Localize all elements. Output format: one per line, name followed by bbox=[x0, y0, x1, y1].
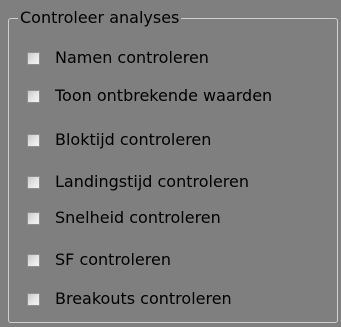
landingstijd-controleren-label[interactable]: Landingstijd controleren bbox=[55, 171, 249, 193]
landingstijd-controleren-checkbox[interactable] bbox=[27, 175, 40, 189]
toon-ontbrekende-waarden-label[interactable]: Toon ontbrekende waarden bbox=[55, 85, 272, 107]
sf-controleren-checkbox[interactable] bbox=[27, 253, 40, 267]
breakouts-controleren-label[interactable]: Breakouts controleren bbox=[55, 288, 232, 310]
snelheid-controleren-checkbox[interactable] bbox=[27, 211, 40, 225]
bloktijd-controleren-option[interactable]: Bloktijd controleren bbox=[27, 128, 211, 152]
toon-ontbrekende-waarden-option[interactable]: Toon ontbrekende waarden bbox=[27, 84, 272, 108]
sf-controleren-label[interactable]: SF controleren bbox=[55, 249, 171, 271]
breakouts-controleren-checkbox[interactable] bbox=[27, 292, 40, 306]
bloktijd-controleren-checkbox[interactable] bbox=[27, 133, 40, 147]
namen-controleren-label[interactable]: Namen controleren bbox=[55, 47, 209, 69]
sf-controleren-option[interactable]: SF controleren bbox=[27, 248, 171, 272]
breakouts-controleren-option[interactable]: Breakouts controleren bbox=[27, 287, 232, 311]
namen-controleren-option[interactable]: Namen controleren bbox=[27, 46, 209, 70]
groupbox-title: Controleer analyses bbox=[18, 7, 182, 29]
snelheid-controleren-option[interactable]: Snelheid controleren bbox=[27, 206, 221, 230]
bloktijd-controleren-label[interactable]: Bloktijd controleren bbox=[55, 129, 211, 151]
snelheid-controleren-label[interactable]: Snelheid controleren bbox=[55, 207, 221, 229]
toon-ontbrekende-waarden-checkbox[interactable] bbox=[27, 89, 40, 103]
namen-controleren-checkbox[interactable] bbox=[27, 51, 40, 65]
landingstijd-controleren-option[interactable]: Landingstijd controleren bbox=[27, 170, 249, 194]
